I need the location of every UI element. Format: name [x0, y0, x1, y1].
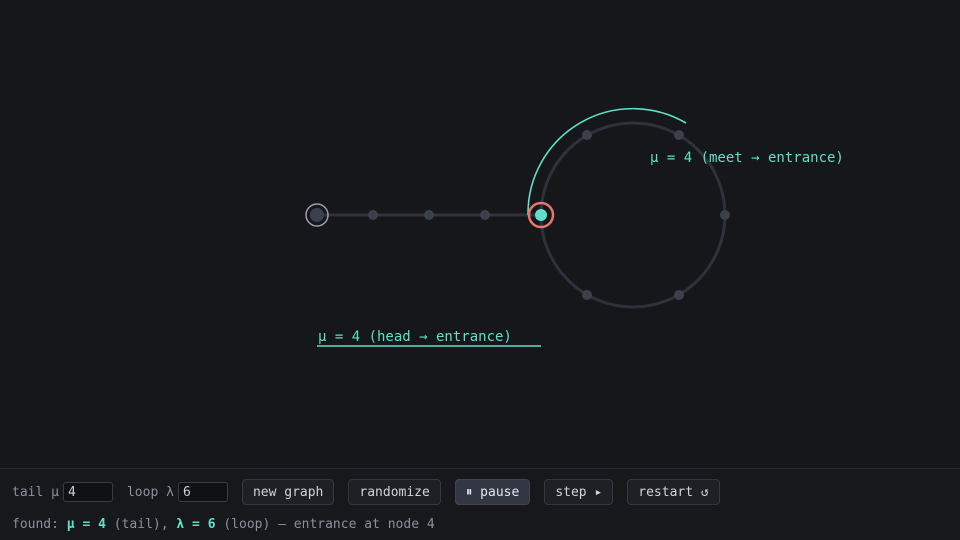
- status-lambda-value: λ = 6: [176, 517, 216, 532]
- meet-annotation: μ = 4 (meet → entrance): [650, 150, 844, 166]
- status-tail-text: (tail),: [105, 517, 177, 532]
- tail-mu-label: tail μ: [12, 484, 59, 500]
- loop-node-3: [720, 210, 730, 220]
- status-rest-text: (loop) — entrance at node 4: [215, 517, 435, 532]
- pause-button[interactable]: ⏸ pause: [454, 479, 531, 505]
- head-annotation: μ = 4 (head → entrance): [318, 329, 512, 345]
- tail-node-3: [480, 210, 490, 220]
- restart-button[interactable]: restart ↺: [627, 479, 720, 505]
- status-line: found: μ = 4 (tail), λ = 6 (loop) — entr…: [12, 517, 435, 532]
- loop-node-5: [582, 290, 592, 300]
- graph-canvas: μ = 4 (meet → entrance) μ = 4 (head → en…: [305, 107, 844, 347]
- tail-mu-input[interactable]: [62, 482, 113, 502]
- tail-node-1: [368, 210, 378, 220]
- randomize-button[interactable]: randomize: [348, 479, 441, 505]
- new-graph-button[interactable]: new graph: [241, 479, 335, 505]
- loop-lambda-label: loop λ: [126, 484, 174, 500]
- control-bar: tail μ loop λ new graph randomize ⏸ paus…: [0, 468, 960, 540]
- tail-node-2: [424, 210, 434, 220]
- loop-node-2: [674, 130, 684, 140]
- loop-lambda-input[interactable]: [177, 482, 228, 502]
- status-mu-value: μ = 4: [66, 517, 106, 532]
- entrance-node: [535, 209, 547, 221]
- status-found-label: found:: [12, 517, 67, 532]
- head-node: [310, 208, 324, 222]
- loop-node-1: [582, 130, 592, 140]
- step-button[interactable]: step ▸: [544, 479, 614, 505]
- control-row: tail μ loop λ new graph randomize ⏸ paus…: [12, 479, 734, 505]
- loop-node-4: [674, 290, 684, 300]
